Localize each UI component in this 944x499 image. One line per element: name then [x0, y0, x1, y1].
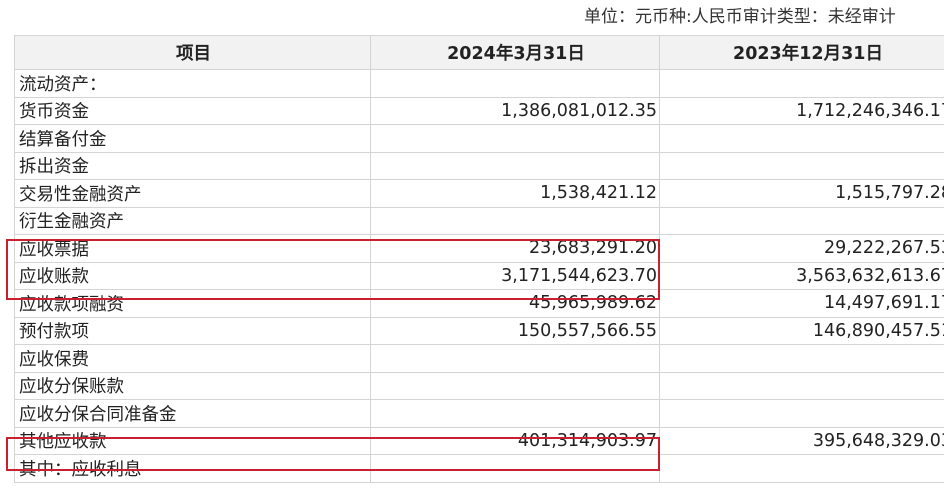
row-value-2023-12-31	[659, 206, 944, 235]
row-value-2024-03-31: 1,538,421.12	[370, 179, 660, 208]
row-item-label: 应收票据	[14, 234, 371, 263]
row-item-label: 其中：应收利息	[14, 454, 371, 483]
row-value-2024-03-31: 150,557,566.55	[370, 316, 660, 345]
row-item-label: 衍生金融资产	[14, 206, 371, 235]
row-value-2023-12-31	[659, 454, 944, 483]
row-item-label: 应收分保账款	[14, 371, 371, 400]
table-row: 应收账款 3,171,544,623.70 3,563,632,613.67	[14, 261, 944, 290]
row-value-2023-12-31	[659, 69, 944, 98]
row-value-2024-03-31	[370, 399, 660, 428]
row-item-label: 应收分保合同准备金	[14, 399, 371, 428]
table-row: 预付款项 150,557,566.55 146,890,457.51	[14, 316, 944, 345]
table-row: 其中：应收利息	[14, 454, 944, 483]
row-item-label: 应收款项融资	[14, 289, 371, 318]
row-item-label: 预付款项	[14, 316, 371, 345]
row-value-2023-12-31: 146,890,457.51	[659, 316, 944, 345]
row-value-2023-12-31	[659, 151, 944, 180]
row-value-2024-03-31	[370, 69, 660, 98]
row-item-label: 其他应收款	[14, 426, 371, 455]
row-item-label: 应收保费	[14, 344, 371, 373]
table-row: 衍生金融资产	[14, 206, 944, 235]
table-row: 拆出资金	[14, 151, 944, 180]
table-row: 应收分保合同准备金	[14, 399, 944, 428]
row-item-label: 拆出资金	[14, 151, 371, 180]
table-header-row: 项目 2024年3月31日 2023年12月31日	[14, 35, 944, 70]
row-value-2024-03-31: 23,683,291.20	[370, 234, 660, 263]
row-value-2023-12-31: 395,648,329.03	[659, 426, 944, 455]
row-item-label: 交易性金融资产	[14, 179, 371, 208]
table-row: 应收分保账款	[14, 371, 944, 400]
row-value-2024-03-31: 401,314,903.97	[370, 426, 660, 455]
header-fy-2023: 2023年12月31日	[659, 35, 944, 70]
table-row: 流动资产：	[14, 69, 944, 98]
table-row: 结算备付金	[14, 124, 944, 153]
row-item-label: 流动资产：	[14, 69, 371, 98]
row-value-2023-12-31	[659, 344, 944, 373]
row-value-2023-12-31: 29,222,267.53	[659, 234, 944, 263]
row-value-2023-12-31: 3,563,632,613.67	[659, 261, 944, 290]
row-value-2024-03-31	[370, 454, 660, 483]
header-q1-2024: 2024年3月31日	[370, 35, 660, 70]
table-row: 应收保费	[14, 344, 944, 373]
row-value-2024-03-31	[370, 344, 660, 373]
table-row: 其他应收款 401,314,903.97 395,648,329.03	[14, 426, 944, 455]
row-value-2023-12-31	[659, 371, 944, 400]
row-value-2023-12-31: 14,497,691.17	[659, 289, 944, 318]
row-value-2024-03-31: 45,965,989.62	[370, 289, 660, 318]
row-value-2024-03-31	[370, 371, 660, 400]
row-item-label: 应收账款	[14, 261, 371, 290]
table-row: 应收款项融资 45,965,989.62 14,497,691.17	[14, 289, 944, 318]
row-item-label: 结算备付金	[14, 124, 371, 153]
header-item: 项目	[14, 35, 371, 70]
row-value-2023-12-31: 1,712,246,346.17	[659, 96, 944, 125]
unit-line-text: 单位：元币种:人民币审计类型：未经审计	[584, 7, 896, 27]
unit-currency-audit-line: 单位：元币种:人民币审计类型：未经审计	[0, 0, 944, 34]
balance-sheet-table: 项目 2024年3月31日 2023年12月31日 流动资产： 货币资金 1,386…	[14, 35, 944, 483]
row-value-2024-03-31	[370, 206, 660, 235]
row-value-2023-12-31	[659, 124, 944, 153]
table-row: 应收票据 23,683,291.20 29,222,267.53	[14, 234, 944, 263]
row-value-2023-12-31	[659, 399, 944, 428]
table-row: 交易性金融资产 1,538,421.12 1,515,797.28	[14, 179, 944, 208]
row-item-label: 货币资金	[14, 96, 371, 125]
row-value-2024-03-31: 1,386,081,012.35	[370, 96, 660, 125]
table-row: 货币资金 1,386,081,012.35 1,712,246,346.17	[14, 96, 944, 125]
row-value-2024-03-31	[370, 124, 660, 153]
table-body: 流动资产： 货币资金 1,386,081,012.35 1,712,246,346.1…	[14, 69, 944, 483]
row-value-2023-12-31: 1,515,797.28	[659, 179, 944, 208]
row-value-2024-03-31: 3,171,544,623.70	[370, 261, 660, 290]
row-value-2024-03-31	[370, 151, 660, 180]
